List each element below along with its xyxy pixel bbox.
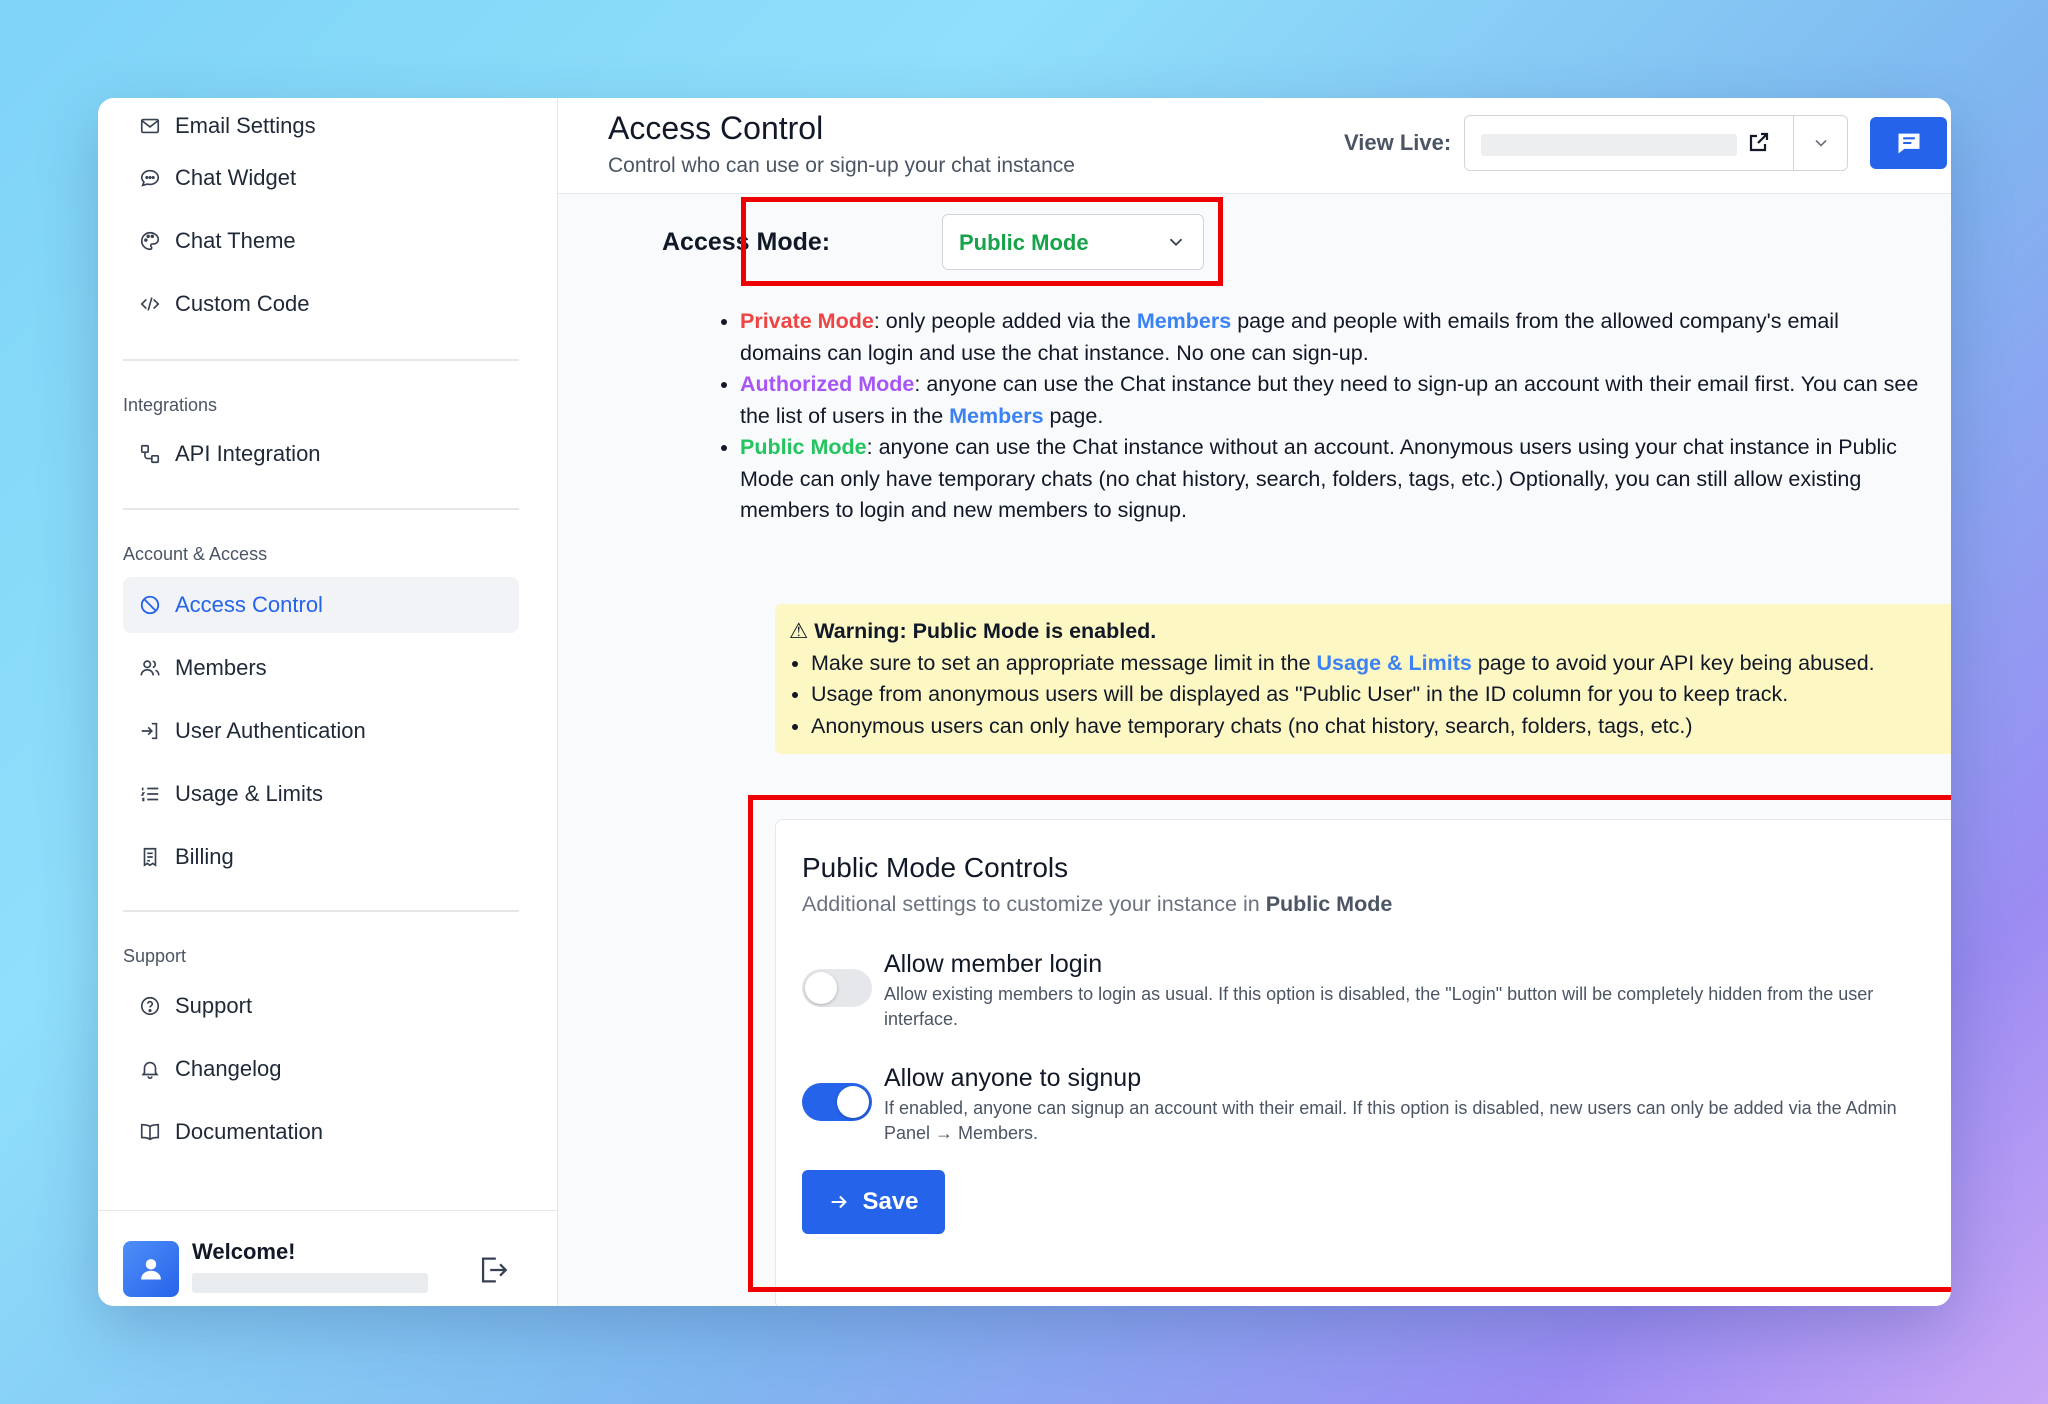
highlight-box-controls: [748, 795, 1951, 1292]
sidebar-item-changelog[interactable]: Changelog: [123, 1041, 519, 1097]
section-label-integrations: Integrations: [123, 395, 218, 415]
sidebar: Email Settings Chat Widget Chat Theme Cu…: [98, 98, 558, 1306]
help-circle-icon: [137, 993, 163, 1019]
view-live-url-redacted: [1481, 134, 1737, 156]
sidebar-item-label: Members: [175, 655, 267, 680]
sidebar-item-label: Billing: [175, 844, 234, 869]
mode-item-private: Private Mode: only people added via the …: [740, 306, 1920, 369]
access-modes-description: Private Mode: only people added via the …: [720, 306, 1920, 527]
open-chat-button[interactable]: [1870, 117, 1947, 169]
avatar[interactable]: [123, 1241, 179, 1297]
section-label-account: Account & Access: [123, 544, 268, 564]
warning-title: ⚠ Warning: Public Mode is enabled.: [789, 619, 1157, 643]
code-icon: [137, 291, 163, 317]
sidebar-item-label: Support: [175, 993, 253, 1018]
usage-limits-link[interactable]: Usage & Limits: [1317, 651, 1472, 675]
topbar: Access Control Control who can use or si…: [558, 98, 1951, 194]
view-live-dropdown[interactable]: [1794, 115, 1848, 171]
mode-item-authorized: Authorized Mode: anyone can use the Chat…: [740, 369, 1920, 432]
user-icon: [141, 1259, 161, 1280]
sidebar-item-label: Usage & Limits: [175, 781, 323, 806]
external-link-icon[interactable]: [1747, 130, 1773, 156]
sidebar-item-members[interactable]: Members: [123, 640, 519, 696]
receipt-icon: [137, 844, 163, 870]
sidebar-item-label: Chat Widget: [175, 165, 297, 190]
page-subtitle: Control who can use or sign-up your chat…: [608, 154, 1075, 177]
authorized-mode-name: Authorized Mode: [740, 372, 915, 396]
sidebar-item-email-settings[interactable]: Email Settings: [123, 98, 519, 154]
private-mode-name: Private Mode: [740, 309, 874, 333]
sidebar-footer: Welcome!: [98, 1210, 557, 1306]
sidebar-item-api-integration[interactable]: API Integration: [123, 426, 519, 482]
sidebar-item-label: API Integration: [175, 441, 321, 466]
bell-icon: [137, 1056, 163, 1082]
mode-text: : anyone can use the Chat instance but t…: [740, 372, 1919, 428]
mode-item-public: Public Mode: anyone can use the Chat ins…: [740, 432, 1920, 527]
sidebar-item-chat-widget[interactable]: Chat Widget: [123, 150, 519, 206]
mail-icon: [137, 113, 163, 139]
ban-icon: [137, 592, 163, 618]
public-mode-name: Public Mode: [740, 435, 867, 459]
palette-icon: [137, 228, 163, 254]
highlight-box-access-mode: [741, 197, 1223, 286]
book-icon: [137, 1119, 163, 1145]
view-live-url-field[interactable]: [1464, 115, 1794, 171]
message-icon: [1898, 133, 1919, 154]
users-icon: [137, 655, 163, 681]
warning-item: Anonymous users can only have temporary …: [811, 711, 1944, 743]
sidebar-item-documentation[interactable]: Documentation: [123, 1104, 519, 1160]
mode-text: : only people added via the: [873, 309, 1137, 333]
sidebar-item-custom-code[interactable]: Custom Code: [123, 276, 519, 332]
page-title: Access Control: [608, 110, 824, 146]
view-live-label: View Live:: [1344, 130, 1452, 155]
sidebar-item-user-authentication[interactable]: User Authentication: [123, 703, 519, 759]
divider: [123, 359, 519, 361]
mode-text: page.: [1043, 403, 1104, 428]
sidebar-item-label: Access Control: [175, 592, 323, 617]
chevron-down-icon: [1814, 139, 1827, 147]
main-content: Access Control Control who can use or si…: [558, 98, 1951, 1306]
welcome-text: Welcome!: [192, 1239, 296, 1264]
divider: [123, 910, 519, 912]
app-window: Email Settings Chat Widget Chat Theme Cu…: [98, 98, 1951, 1306]
sidebar-item-label: Custom Code: [175, 291, 310, 316]
members-link[interactable]: Members: [949, 404, 1043, 428]
login-icon: [137, 718, 163, 744]
warning-text: Make sure to set an appropriate message …: [811, 650, 1317, 675]
public-mode-warning: ⚠ Warning: Public Mode is enabled. Make …: [775, 604, 1951, 754]
sidebar-item-label: Chat Theme: [175, 228, 296, 253]
sidebar-item-chat-theme[interactable]: Chat Theme: [123, 213, 519, 269]
members-link[interactable]: Members: [1137, 309, 1231, 333]
warning-text: page to avoid your API key being abused.: [1471, 650, 1875, 675]
sidebar-item-usage-limits[interactable]: Usage & Limits: [123, 766, 519, 822]
sidebar-item-label: Changelog: [175, 1056, 282, 1081]
divider: [123, 508, 519, 510]
sidebar-item-label: Email Settings: [175, 113, 316, 138]
list-icon: [137, 781, 163, 807]
sidebar-item-access-control[interactable]: Access Control: [123, 577, 519, 633]
sidebar-item-label: Documentation: [175, 1119, 323, 1144]
sidebar-item-billing[interactable]: Billing: [123, 829, 519, 885]
warning-item: Usage from anonymous users will be displ…: [811, 679, 1944, 711]
sidebar-item-label: User Authentication: [175, 718, 366, 743]
api-icon: [137, 441, 163, 467]
mode-text: : anyone can use the Chat instance witho…: [740, 435, 1897, 522]
logout-icon[interactable]: [476, 1253, 510, 1287]
chat-bubble-icon: [137, 165, 163, 191]
sidebar-item-support[interactable]: Support: [123, 978, 519, 1034]
warning-item: Make sure to set an appropriate message …: [811, 648, 1944, 680]
user-email-redacted: [192, 1273, 428, 1293]
section-label-support: Support: [123, 946, 187, 966]
